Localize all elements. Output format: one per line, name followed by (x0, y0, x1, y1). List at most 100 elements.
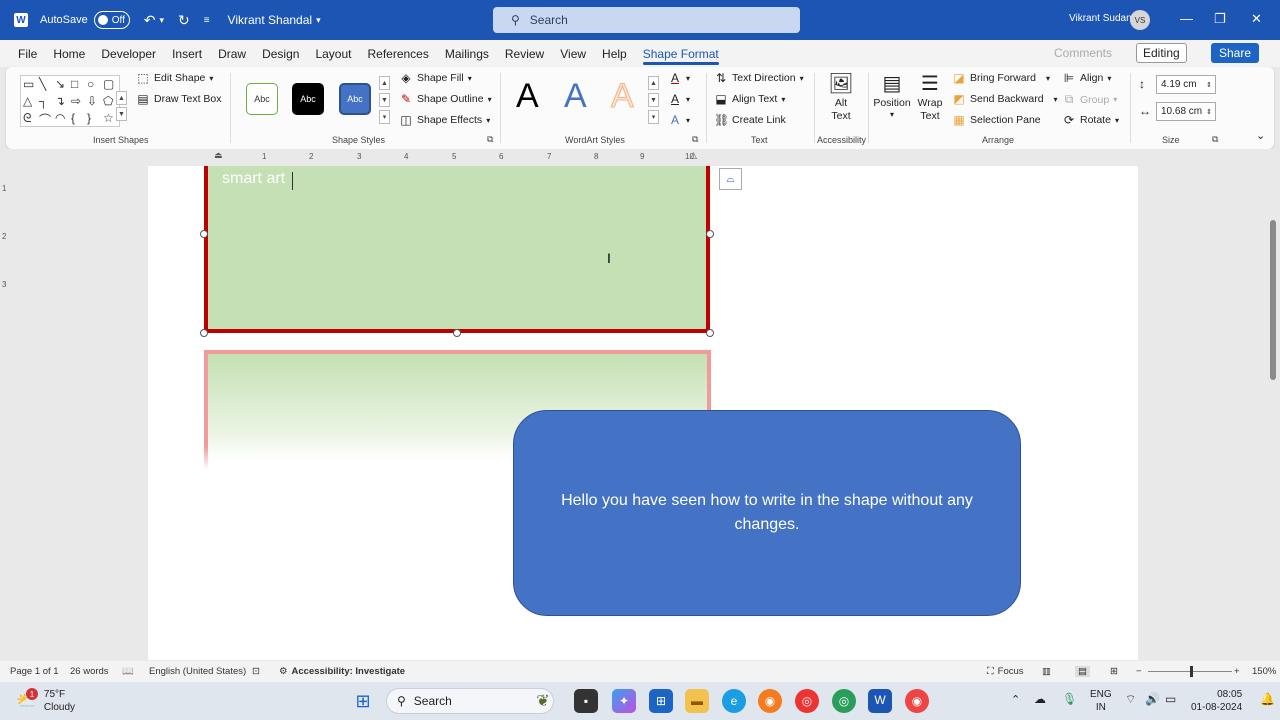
edit-shape-button[interactable]: ⬚ Edit Shape ▾ (136, 71, 213, 85)
elbow-arrow-icon[interactable]: ↴ (55, 94, 71, 111)
text-direction-button[interactable]: ⇅ Text Direction ▾ (714, 71, 804, 85)
rectangle-shape-icon[interactable]: □ (71, 77, 87, 94)
resize-handle[interactable] (706, 329, 714, 337)
rotate-button[interactable]: ⟳ Rotate ▾ (1062, 113, 1119, 127)
textbox-shape-icon[interactable]: ▭ (23, 77, 39, 94)
tab-design[interactable]: Design (254, 40, 307, 67)
tab-mailings[interactable]: Mailings (437, 40, 497, 67)
arrow-line-shape-icon[interactable]: ↘ (55, 77, 71, 94)
zoom-level[interactable]: 150% (1252, 666, 1276, 677)
battery-icon[interactable]: ▭ (1165, 692, 1176, 706)
copilot-app-icon[interactable]: ❦ (531, 689, 555, 713)
wordart-orange[interactable]: A (611, 77, 635, 116)
file-app-icon[interactable]: ▪ (574, 689, 598, 713)
microphone-icon[interactable]: 🎙 (1062, 692, 1077, 706)
shape-width-field[interactable]: 10.68 cm ⇕ (1156, 102, 1216, 121)
collapse-ribbon-icon[interactable]: ⌄ (1256, 129, 1265, 142)
selected-shape[interactable]: smart art (204, 166, 710, 333)
layout-options-icon[interactable]: ⌓ (719, 168, 742, 190)
web-layout-icon[interactable]: ⊞ (1110, 666, 1118, 677)
tab-draw[interactable]: Draw (210, 40, 254, 67)
draw-text-box-button[interactable]: ▤ Draw Text Box (136, 92, 221, 106)
styles-more-icon[interactable]: ▾ (379, 110, 390, 124)
page-count[interactable]: Page 1 of 1 (10, 666, 59, 677)
tab-references[interactable]: References (359, 40, 436, 67)
share-button[interactable]: Share (1211, 43, 1260, 63)
vertical-scrollbar[interactable] (1268, 166, 1278, 660)
alt-text-button[interactable]: 🖼 Alt Text (826, 71, 856, 122)
close-icon[interactable]: ✕ (1251, 11, 1262, 27)
text-fill-button[interactable]: A ▾ (668, 71, 690, 85)
spinner-icon[interactable]: ⇕ (1206, 108, 1212, 116)
create-link-button[interactable]: ⛓ Create Link (714, 113, 786, 127)
style-preset-black[interactable]: Abc (292, 83, 324, 115)
align-text-button[interactable]: ⬓ Align Text ▾ (714, 92, 785, 106)
editing-mode-button[interactable]: Editing (1136, 43, 1187, 63)
style-preset-blue[interactable]: Abc (339, 83, 371, 115)
wordart-scroll-up-icon[interactable]: ▲ (648, 76, 659, 90)
comments-button[interactable]: Comments (1054, 43, 1112, 63)
firefox-icon[interactable]: ◉ (758, 689, 782, 713)
volume-icon[interactable]: 🔊 (1145, 692, 1160, 706)
read-mode-icon[interactable]: ▥ (1042, 666, 1051, 677)
document-page[interactable]: smart art ⌓ I Hello you have seen how to… (148, 166, 1138, 660)
shape-effects-button[interactable]: ◫ Shape Effects ▾ (399, 113, 490, 127)
shape-fill-button[interactable]: ◈ Shape Fill ▾ (399, 71, 471, 85)
maximize-icon[interactable]: ❐ (1214, 11, 1226, 27)
show-hidden-icons-icon[interactable]: ⌃ (1011, 693, 1020, 706)
text-outline-button[interactable]: A ▾ (668, 92, 690, 106)
undo-icon[interactable]: ↶ (144, 12, 156, 29)
tab-file[interactable]: File (10, 40, 45, 67)
scrollbar-thumb[interactable] (1270, 220, 1276, 380)
freeform-shape-icon[interactable]: ᘓ (23, 111, 39, 128)
customize-qat-icon[interactable]: ≡ (204, 15, 210, 26)
word-taskbar-icon[interactable]: W (868, 689, 892, 713)
styles-scroll-up-icon[interactable]: ▲ (379, 76, 390, 90)
language-status[interactable]: English (United States) (149, 666, 246, 677)
minimize-icon[interactable]: — (1180, 11, 1193, 26)
style-preset-outline[interactable]: Abc (246, 83, 278, 115)
shapes-more-icon[interactable]: ▼ (116, 107, 127, 121)
shapes-scroll-up-icon[interactable]: ▲ (116, 91, 127, 105)
proofing-icon[interactable]: 📖 (122, 666, 134, 677)
chrome-icon[interactable]: ◎ (795, 689, 819, 713)
undo-dropdown-icon[interactable]: ▾ (159, 15, 164, 26)
shape-text[interactable]: smart art (222, 170, 285, 188)
indent-marker-icon[interactable]: ⏏ (214, 150, 223, 161)
wordart-black[interactable]: A (516, 77, 539, 116)
dialog-launcher-icon[interactable]: ⧉ (692, 134, 698, 145)
tab-review[interactable]: Review (497, 40, 552, 67)
align-button[interactable]: ⊫ Align ▾ (1062, 71, 1112, 85)
right-arrow-shape-icon[interactable]: ⇨ (71, 94, 87, 111)
wordart-scroll-down-icon[interactable]: ▼ (648, 93, 659, 107)
chrome-profile-icon[interactable]: ◎ (832, 689, 856, 713)
avatar[interactable]: VS (1130, 10, 1150, 30)
file-explorer-icon[interactable]: ▬ (685, 689, 709, 713)
taskbar-search[interactable]: ⚲ Search (386, 688, 554, 714)
shape-outline-button[interactable]: ✎ Shape Outline ▾ (399, 92, 492, 106)
text-effects-button[interactable]: A ▾ (668, 113, 690, 127)
print-layout-icon[interactable]: ▤ (1075, 666, 1090, 677)
left-brace-shape-icon[interactable]: { (71, 111, 87, 128)
zoom-in-icon[interactable]: + (1234, 666, 1240, 677)
dialog-launcher-icon[interactable]: ⧉ (487, 134, 493, 145)
line-shape-icon[interactable]: ╲ (39, 77, 55, 94)
elbow-connector-icon[interactable]: ┐ (39, 94, 55, 111)
dialog-launcher-icon[interactable]: ⧉ (1212, 134, 1218, 145)
curve-shape-icon[interactable]: ⌒ (39, 111, 55, 128)
redo-icon[interactable]: ↻ (178, 12, 190, 29)
shape-height-field[interactable]: 4.19 cm ⇕ (1156, 75, 1216, 94)
triangle-shape-icon[interactable]: △ (23, 94, 39, 111)
down-arrow-shape-icon[interactable]: ⇩ (87, 94, 103, 111)
position-button[interactable]: ▤ Position ▾ (872, 71, 912, 119)
resize-handle[interactable] (200, 329, 208, 337)
accessibility-status[interactable]: ⚙ Accessibility: Investigate (279, 666, 405, 677)
language-indicator[interactable]: ENG IN (1090, 688, 1112, 714)
vertical-ruler[interactable]: 1 2 3 (2, 166, 14, 660)
arc-shape-icon[interactable]: ◠ (55, 111, 71, 128)
zoom-slider-thumb[interactable] (1190, 666, 1193, 677)
zoom-out-icon[interactable]: − (1136, 666, 1142, 677)
tab-view[interactable]: View (552, 40, 594, 67)
shape-text[interactable]: Hello you have seen how to write in the … (544, 489, 990, 537)
tab-developer[interactable]: Developer (93, 40, 164, 67)
